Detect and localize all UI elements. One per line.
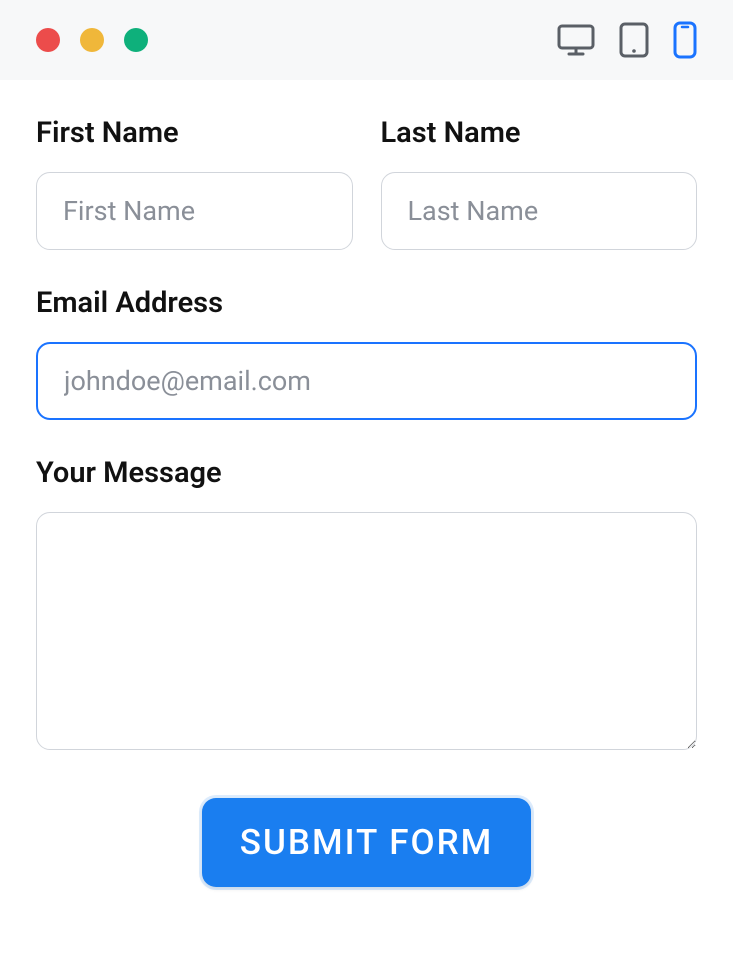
message-textarea[interactable]	[36, 512, 697, 750]
first-name-label: First Name	[36, 116, 353, 150]
submit-wrap: SUBMIT FORM	[36, 798, 697, 887]
device-switcher	[557, 21, 697, 59]
desktop-icon[interactable]	[557, 23, 595, 57]
email-field-group: Email Address	[36, 286, 697, 420]
title-bar	[0, 0, 733, 80]
last-name-field: Last Name	[381, 116, 698, 250]
last-name-label: Last Name	[381, 116, 698, 150]
message-field-group: Your Message	[36, 456, 697, 754]
first-name-input[interactable]	[36, 172, 353, 250]
email-label: Email Address	[36, 286, 697, 320]
close-window-button[interactable]	[36, 28, 60, 52]
message-label: Your Message	[36, 456, 697, 490]
first-name-field: First Name	[36, 116, 353, 250]
email-input[interactable]	[36, 342, 697, 420]
contact-form: First Name Last Name Email Address Your …	[0, 80, 733, 947]
last-name-input[interactable]	[381, 172, 698, 250]
submit-button[interactable]: SUBMIT FORM	[202, 798, 531, 887]
maximize-window-button[interactable]	[124, 28, 148, 52]
traffic-lights	[36, 28, 148, 52]
tablet-icon[interactable]	[619, 22, 649, 58]
phone-icon[interactable]	[673, 21, 697, 59]
minimize-window-button[interactable]	[80, 28, 104, 52]
